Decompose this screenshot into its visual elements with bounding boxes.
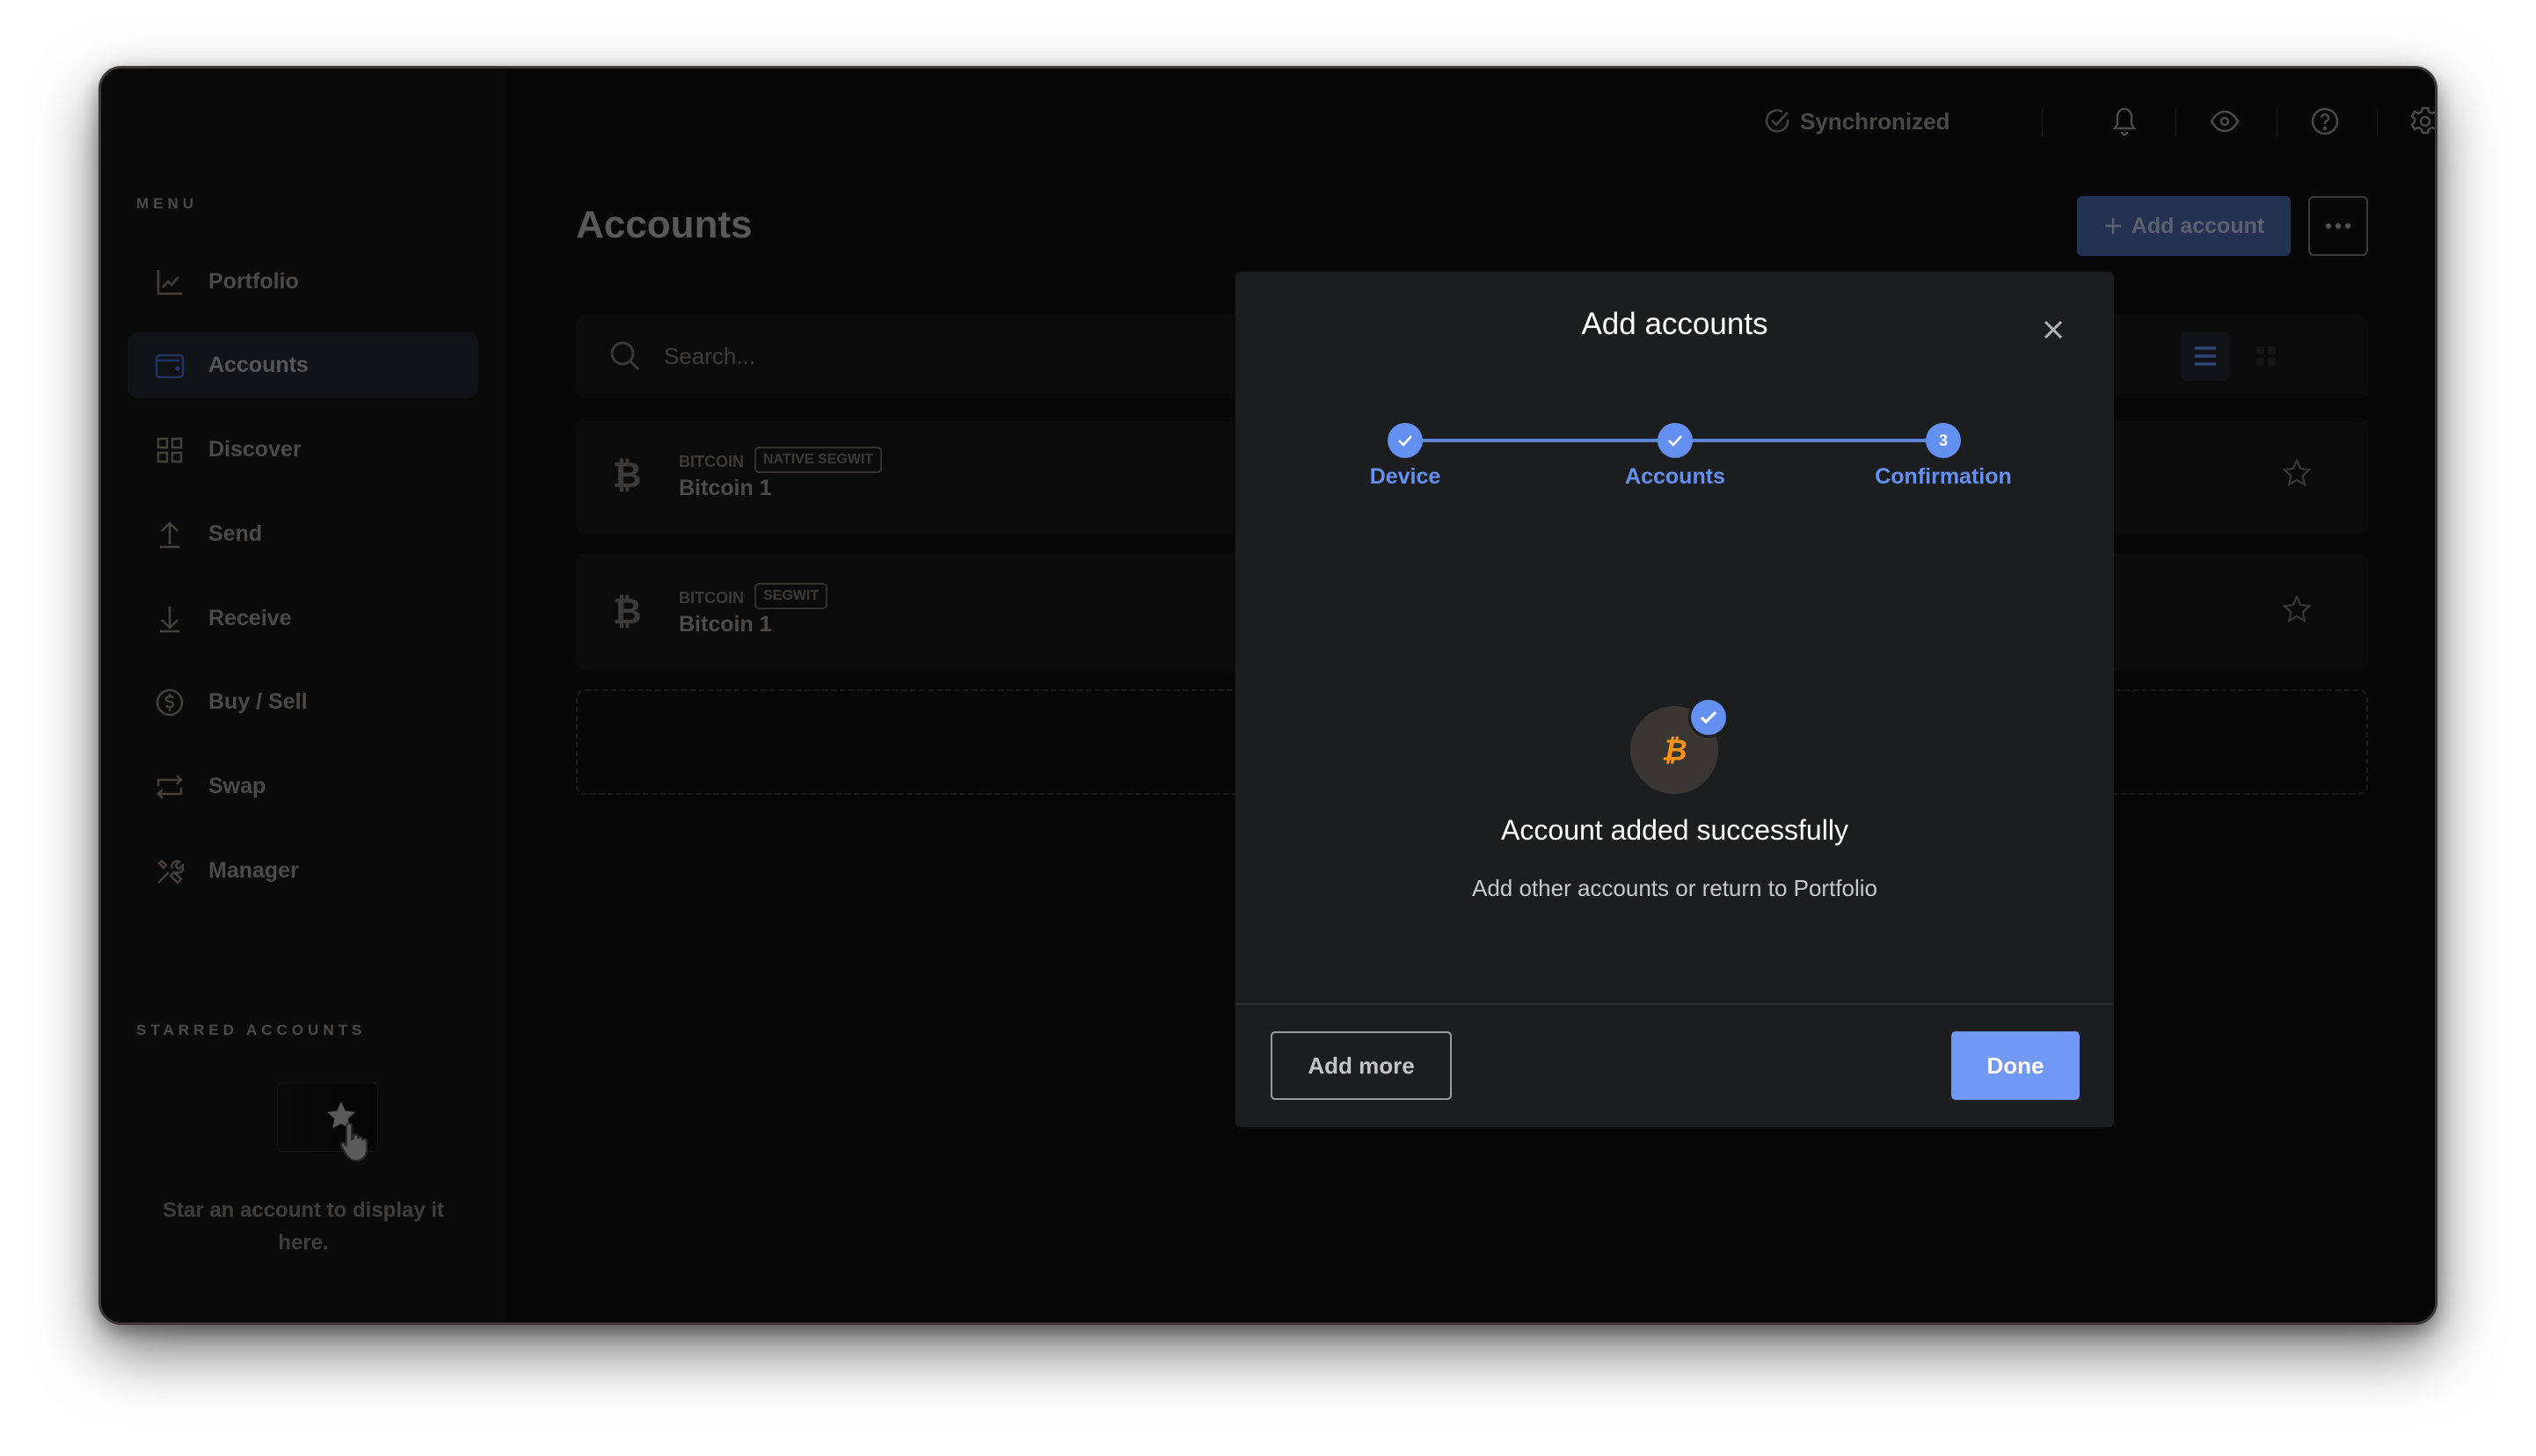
step-accounts-indicator xyxy=(1658,423,1693,458)
close-icon xyxy=(2044,320,2063,339)
bitcoin-icon: ₿ xyxy=(613,593,642,631)
svg-text:₿: ₿ xyxy=(1661,733,1687,768)
help-icon[interactable] xyxy=(2309,106,2341,137)
bitcoin-icon: ₿ xyxy=(613,456,642,495)
done-button[interactable]: Done xyxy=(1951,1031,2080,1100)
add-account-button[interactable]: Add account xyxy=(2077,196,2291,256)
dollar-circle-icon xyxy=(155,688,185,717)
check-icon xyxy=(1700,710,1717,724)
grid-icon xyxy=(2256,346,2276,366)
check-icon xyxy=(1668,435,1682,447)
dot xyxy=(2336,223,2341,229)
account-tag: SEGWIT xyxy=(754,583,828,609)
menu-label: MENU xyxy=(136,195,199,212)
topbar-divider xyxy=(2042,107,2043,137)
step-device-indicator xyxy=(1388,423,1423,458)
success-check-badge xyxy=(1688,697,1729,738)
sidebar-item-label: Manager xyxy=(208,858,299,883)
search-input[interactable] xyxy=(664,334,1016,378)
list-view-button[interactable] xyxy=(2181,331,2230,381)
check-circle-icon xyxy=(1765,109,1789,133)
add-accounts-modal: Add accounts 3 Device Accounts Confirmat… xyxy=(1235,272,2114,1127)
sidebar-item-buy-sell[interactable]: Buy / Sell xyxy=(128,669,478,735)
sidebar-item-discover[interactable]: Discover xyxy=(128,417,478,483)
sidebar-item-label: Discover xyxy=(208,437,302,462)
account-name: Bitcoin 1 xyxy=(679,476,772,500)
chart-line-icon xyxy=(155,267,185,297)
sidebar-item-receive[interactable]: Receive xyxy=(128,586,478,652)
add-account-label: Add account xyxy=(2131,213,2265,238)
dot xyxy=(2345,223,2350,229)
step-confirmation-label: Confirmation xyxy=(1875,464,2012,489)
sidebar-item-send[interactable]: Send xyxy=(128,501,478,567)
page-title: Accounts xyxy=(576,203,753,246)
grid-view-button[interactable] xyxy=(2241,331,2291,381)
grid-icon xyxy=(155,435,185,465)
sidebar-item-label: Accounts xyxy=(208,353,309,377)
sidebar-item-label: Receive xyxy=(208,606,292,630)
app-window: MENU Portfolio Accounts Discover Send Re… xyxy=(98,66,2438,1325)
success-title: Account added successfully xyxy=(1501,814,1848,846)
modal-title: Add accounts xyxy=(1581,307,1768,341)
sidebar-item-label: Buy / Sell xyxy=(208,689,308,714)
main-content: Synchronized Accounts Add account Search… xyxy=(506,69,2435,1322)
svg-text:₿: ₿ xyxy=(613,456,642,495)
sidebar-item-label: Swap xyxy=(208,774,266,798)
star-icon[interactable] xyxy=(2282,594,2312,624)
starred-placeholder-card xyxy=(277,1082,378,1162)
topbar-divider xyxy=(2175,107,2176,137)
check-icon xyxy=(1398,435,1412,447)
modal-footer-divider xyxy=(1235,1003,2114,1005)
hand-pointer-icon xyxy=(339,1122,368,1162)
list-icon xyxy=(2195,346,2216,366)
stepper-connector xyxy=(1675,439,1943,442)
wallet-icon xyxy=(155,351,185,381)
sync-status[interactable]: Synchronized xyxy=(1763,104,1949,139)
plus-icon xyxy=(2104,218,2121,234)
step-accounts-label: Accounts xyxy=(1625,464,1725,489)
more-options-button[interactable] xyxy=(2308,196,2368,256)
sidebar-item-manager[interactable]: Manager xyxy=(128,838,478,904)
tools-icon xyxy=(155,856,185,886)
sidebar: MENU Portfolio Accounts Discover Send Re… xyxy=(101,69,506,1322)
upload-arrow-icon xyxy=(155,520,185,550)
close-button[interactable] xyxy=(2036,312,2071,347)
sync-status-label: Synchronized xyxy=(1800,107,1950,135)
account-name: Bitcoin 1 xyxy=(679,612,772,637)
search-icon xyxy=(610,341,640,371)
topbar-divider xyxy=(2377,107,2378,137)
bell-icon[interactable] xyxy=(2109,106,2140,137)
sidebar-item-label: Portfolio xyxy=(208,269,299,294)
download-arrow-icon xyxy=(155,604,185,634)
svg-text:₿: ₿ xyxy=(613,593,642,631)
starred-accounts-label: STARRED ACCOUNTS xyxy=(136,1022,367,1038)
add-more-button[interactable]: Add more xyxy=(1271,1031,1452,1100)
sidebar-item-accounts[interactable]: Accounts xyxy=(128,332,478,398)
step-device-label: Device xyxy=(1369,464,1441,489)
bitcoin-icon: ₿ xyxy=(1661,733,1687,768)
eye-icon[interactable] xyxy=(2209,106,2241,137)
account-ticker: BITCOIN xyxy=(679,589,744,607)
starred-empty-text: Star an account to display it here. xyxy=(162,1198,445,1255)
sidebar-item-label: Send xyxy=(208,521,263,546)
step-confirmation-indicator: 3 xyxy=(1926,423,1961,458)
star-icon[interactable] xyxy=(2282,458,2312,488)
sidebar-item-portfolio[interactable]: Portfolio xyxy=(128,249,478,315)
stepper-connector xyxy=(1405,439,1675,442)
swap-arrows-icon xyxy=(155,772,185,802)
success-subtitle: Add other accounts or return to Portfoli… xyxy=(1471,875,1878,901)
sidebar-item-swap[interactable]: Swap xyxy=(128,753,478,819)
dot xyxy=(2326,223,2331,229)
account-ticker: BITCOIN xyxy=(679,453,744,470)
account-tag: NATIVE SEGWIT xyxy=(754,447,883,473)
gear-icon[interactable] xyxy=(2409,106,2435,137)
